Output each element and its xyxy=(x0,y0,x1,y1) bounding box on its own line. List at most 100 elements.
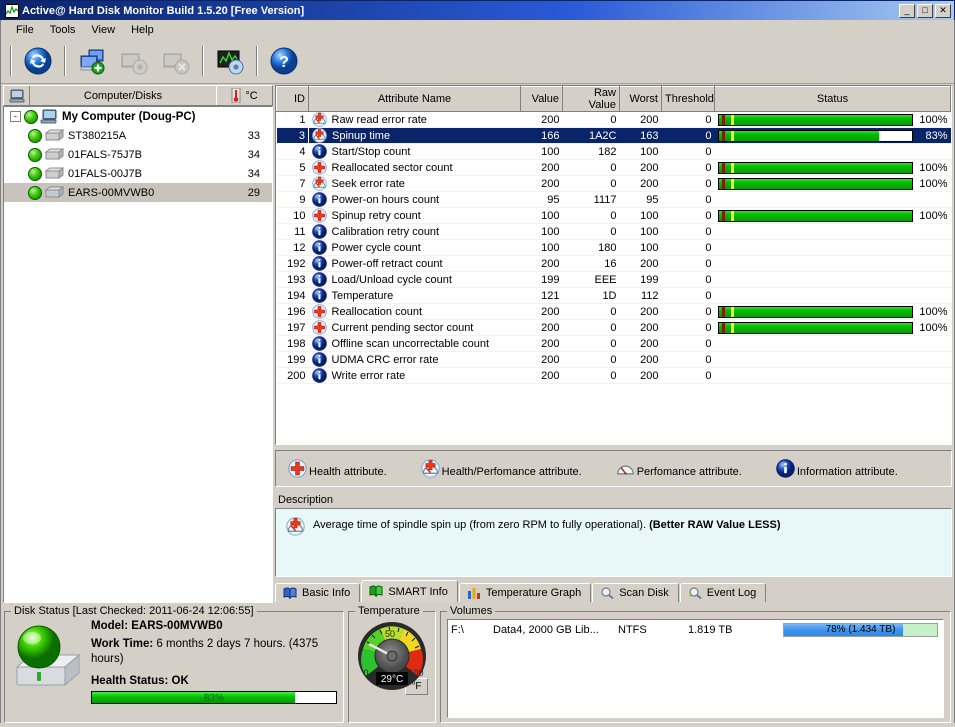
information-attribute-icon xyxy=(776,459,795,478)
column-header-name[interactable]: Attribute Name xyxy=(308,86,521,112)
table-row[interactable]: 193 Load/Unload cycle count 199 EEE 199 0 xyxy=(276,271,951,288)
attribute-name-label: Spinup time xyxy=(332,129,391,142)
legend-item-information: Information attribute. xyxy=(776,459,898,478)
row-id: 199 xyxy=(276,351,309,368)
attribute-name-label: Calibration retry count xyxy=(331,225,440,238)
volumes-list[interactable]: F:\ Data4, 2000 GB Lib... NTFS 1.819 TB … xyxy=(447,619,944,718)
menu-help[interactable]: Help xyxy=(123,22,162,38)
row-worst: 163 xyxy=(619,127,662,144)
row-raw-value: 182 xyxy=(562,143,620,160)
table-row[interactable]: 1 Raw read error rate 200 0 200 0 100% xyxy=(276,111,951,128)
information-attribute-icon xyxy=(311,256,327,271)
legend-label: Perfomance attribute. xyxy=(636,466,742,478)
monitor-settings-button[interactable] xyxy=(209,42,251,80)
menu-tools[interactable]: Tools xyxy=(42,22,84,38)
table-row[interactable]: 10 Spinup retry count 100 0 100 0 100% xyxy=(276,207,951,224)
performance-attribute-icon xyxy=(616,459,635,478)
row-worst: 200 xyxy=(619,159,662,176)
table-row[interactable]: 199 UDMA CRC error rate 200 0 200 0 xyxy=(276,351,951,368)
disk-tree[interactable]: - My Computer (Doug-PC) ST380215A 33 01F… xyxy=(3,106,273,603)
column-header-value[interactable]: Value xyxy=(520,86,563,112)
tab-label: Temperature Graph xyxy=(485,587,582,599)
disk-settings-button xyxy=(113,42,155,80)
row-threshold: 0 xyxy=(661,223,715,240)
table-row[interactable]: 200 Write error rate 200 0 200 0 xyxy=(276,367,951,384)
row-id: 198 xyxy=(276,335,309,352)
help-button[interactable]: ? xyxy=(263,42,305,80)
row-attribute-name: Start/Stop count xyxy=(308,143,521,160)
column-header-raw-value[interactable]: Raw Value xyxy=(562,86,620,112)
row-value: 100 xyxy=(520,239,563,256)
table-row[interactable]: 194 Temperature 121 1D 112 0 xyxy=(276,287,951,304)
table-row[interactable]: 3 Spinup time 166 1A2C 163 0 83% xyxy=(276,127,951,144)
tree-node-disk-3[interactable]: EARS-00MVWB0 29 xyxy=(4,183,272,202)
row-attribute-name: Reallocation count xyxy=(308,303,521,320)
attribute-name-label: Start/Stop count xyxy=(331,145,411,158)
table-row[interactable]: 4 Start/Stop count 100 182 100 0 xyxy=(276,143,951,160)
row-value: 200 xyxy=(520,335,563,352)
row-value: 200 xyxy=(520,111,563,128)
tab-smart-info[interactable]: SMART Info xyxy=(361,580,458,602)
hard-disk-ok-icon xyxy=(11,623,87,693)
column-header-id[interactable]: ID xyxy=(276,86,309,112)
tab-scan-disk[interactable]: Scan Disk xyxy=(592,583,679,602)
menu-file[interactable]: File xyxy=(8,22,42,38)
table-row[interactable]: 9 Power-on hours count 95 1117 95 0 xyxy=(276,191,951,208)
row-threshold: 0 xyxy=(661,287,715,304)
minimize-button[interactable]: _ xyxy=(899,3,915,18)
close-button[interactable]: ✕ xyxy=(935,3,951,18)
health-attribute-icon xyxy=(288,459,307,478)
column-header-status[interactable]: Status xyxy=(714,86,951,112)
tab-basic-info[interactable]: Basic Info xyxy=(275,583,361,602)
attribute-name-label: Current pending sector count xyxy=(331,321,474,334)
gauge-max-label: 100 xyxy=(408,668,423,678)
add-disk-button[interactable] xyxy=(71,42,113,80)
app-chart-icon xyxy=(5,3,19,18)
tree-node-disk-1[interactable]: 01FALS-75J7B 34 xyxy=(4,145,272,164)
tree-expander-icon[interactable]: - xyxy=(10,111,21,122)
table-row[interactable]: 5 Reallocated sector count 200 0 200 0 100% xyxy=(276,159,951,176)
monitor-settings-icon xyxy=(217,50,244,75)
blue-book-icon xyxy=(283,587,297,600)
disk-status-panel: Disk Status [Last Checked: 2011-06-24 12… xyxy=(4,605,344,723)
table-row[interactable]: 192 Power-off retract count 200 16 200 0 xyxy=(276,255,951,272)
status-progress-bar xyxy=(717,161,913,174)
tree-node-my-computer[interactable]: - My Computer (Doug-PC) xyxy=(4,107,272,126)
attribute-name-label: Spinup retry count xyxy=(331,209,421,222)
attribute-name-label: Power-off retract count xyxy=(331,257,443,270)
tree-node-disk-2[interactable]: 01FALS-00J7B 34 xyxy=(4,164,272,183)
row-threshold: 0 xyxy=(661,207,715,224)
health-attribute-icon xyxy=(311,208,327,223)
row-raw-value: EEE xyxy=(562,271,620,288)
tab-temperature-graph[interactable]: Temperature Graph xyxy=(458,583,592,602)
refresh-button[interactable] xyxy=(17,42,59,80)
table-row[interactable]: 7 Seek error rate 200 0 200 0 100% xyxy=(276,175,951,192)
maximize-button[interactable]: □ xyxy=(917,3,933,18)
table-row[interactable]: 196 Reallocation count 200 0 200 0 100% xyxy=(276,303,951,320)
smart-attributes-grid[interactable]: ID Attribute Name Value Raw Value Worst … xyxy=(275,85,952,445)
table-row[interactable]: 11 Calibration retry count 100 0 100 0 xyxy=(276,223,951,240)
attribute-name-label: UDMA CRC error rate xyxy=(331,353,439,366)
health-attribute-icon xyxy=(311,320,327,335)
table-row[interactable]: 197 Current pending sector count 200 0 200 0 1… xyxy=(276,319,951,336)
volume-size: 1.819 TB xyxy=(688,624,733,636)
status-ball-icon xyxy=(24,109,38,124)
column-header-worst[interactable]: Worst xyxy=(619,86,662,112)
temperature-column-header[interactable]: °C xyxy=(216,86,272,105)
column-header-threshold[interactable]: Threshold xyxy=(661,86,715,112)
row-status: 100% xyxy=(714,303,951,320)
tab-event-log[interactable]: Event Log xyxy=(679,583,767,602)
row-attribute-name: Power cycle count xyxy=(308,239,521,256)
main-content: Computer/Disks °C - My Computer (Doug-PC… xyxy=(1,84,954,603)
menu-view[interactable]: View xyxy=(83,22,123,38)
tree-node-label: My Computer (Doug-PC) xyxy=(62,110,196,123)
legend-label: Health/Perfomance attribute. xyxy=(441,466,582,478)
attribute-name-label: Raw read error rate xyxy=(331,113,427,126)
row-threshold: 0 xyxy=(661,143,715,160)
disk-worktime-line: Work Time: 6 months 2 days 7 hours. (437… xyxy=(91,637,337,668)
tree-node-disk-0[interactable]: ST380215A 33 xyxy=(4,126,272,145)
table-row[interactable]: 12 Power cycle count 100 180 100 0 xyxy=(276,239,951,256)
table-row[interactable]: 198 Offline scan uncorrectable count 200 0 2… xyxy=(276,335,951,352)
volume-row[interactable]: F:\ Data4, 2000 GB Lib... NTFS 1.819 TB … xyxy=(448,622,943,638)
information-attribute-icon xyxy=(311,144,327,159)
